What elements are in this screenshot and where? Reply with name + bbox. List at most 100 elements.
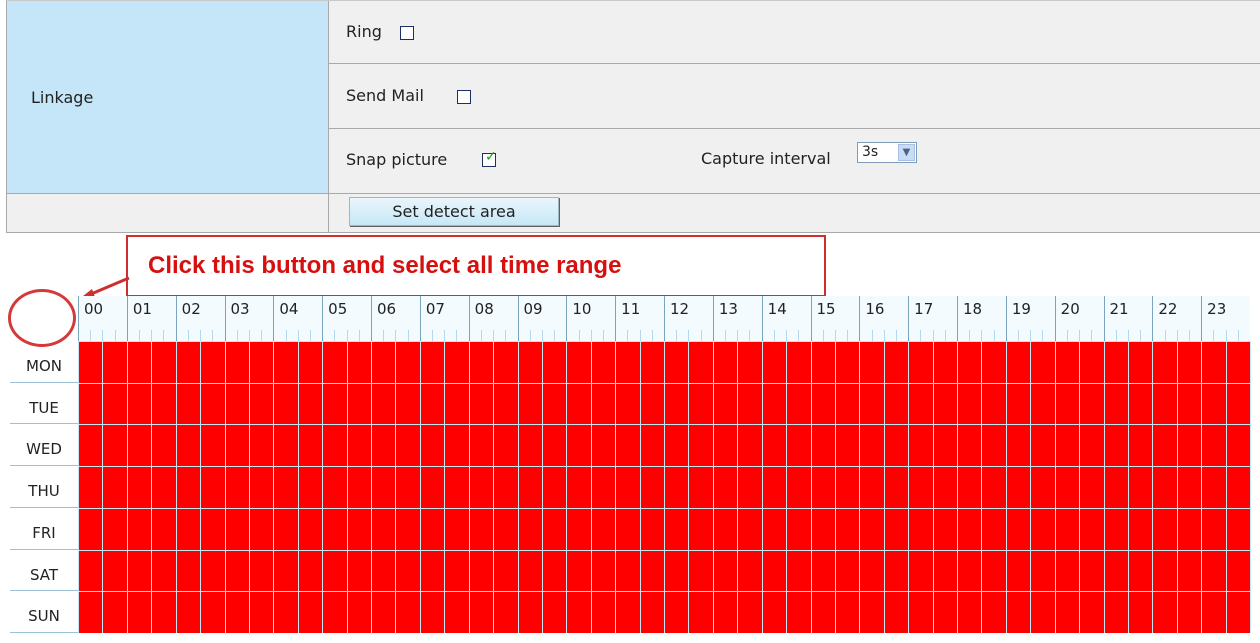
day-label[interactable]: FRI	[10, 508, 78, 550]
hour-label[interactable]: 00	[84, 300, 103, 318]
quarter-tick	[737, 330, 739, 341]
quarter-tick	[651, 330, 653, 341]
quarter-tick	[1042, 330, 1044, 341]
hour-label[interactable]: 08	[475, 300, 494, 318]
grid-column-line	[297, 341, 299, 633]
hour-divider	[126, 296, 128, 341]
hour-label[interactable]: 17	[914, 300, 933, 318]
quarter-tick	[529, 330, 531, 341]
day-label[interactable]: THU	[10, 466, 78, 508]
hour-label[interactable]: 11	[621, 300, 640, 318]
hour-label[interactable]: 10	[572, 300, 591, 318]
day-label[interactable]: TUE	[10, 383, 78, 425]
grid-row-line	[78, 591, 1250, 593]
day-label[interactable]: SAT	[10, 550, 78, 592]
grid-row-line	[78, 341, 1250, 342]
quarter-tick	[578, 330, 580, 341]
hour-divider	[1054, 296, 1056, 341]
quarter-tick	[541, 330, 543, 341]
time-range-grid[interactable]	[78, 341, 1251, 633]
grid-column-line	[322, 341, 324, 633]
day-label[interactable]: MON	[10, 341, 78, 383]
grid-column-line	[78, 341, 79, 633]
ring-label: Ring	[346, 22, 382, 41]
hour-label[interactable]: 02	[182, 300, 201, 318]
grid-row-line	[78, 507, 1250, 509]
hour-label[interactable]: 04	[279, 300, 298, 318]
hour-divider	[810, 296, 812, 341]
hour-divider	[712, 296, 714, 341]
quarter-tick	[773, 330, 775, 341]
hour-label[interactable]: 13	[719, 300, 738, 318]
hour-divider	[957, 296, 958, 341]
quarter-tick	[102, 330, 104, 341]
hour-label[interactable]: 15	[817, 300, 836, 318]
quarter-tick	[200, 330, 202, 341]
quarter-tick	[749, 330, 751, 341]
hour-divider	[615, 296, 617, 341]
quarter-tick	[1127, 330, 1129, 341]
grid-column-line	[468, 341, 470, 633]
grid-column-line	[126, 341, 128, 633]
grid-column-line	[688, 341, 690, 633]
hour-label[interactable]: 05	[328, 300, 347, 318]
grid-column-line	[175, 341, 177, 633]
hour-divider	[468, 296, 470, 341]
capture-interval-select[interactable]: 3s ▼	[857, 142, 917, 163]
grid-column-line	[664, 341, 665, 633]
hour-divider	[78, 296, 79, 341]
day-label[interactable]: WED	[10, 424, 78, 467]
grid-column-line	[517, 341, 519, 633]
hour-label[interactable]: 18	[963, 300, 982, 318]
ring-checkbox[interactable]	[400, 26, 414, 40]
day-label[interactable]: SUN	[10, 591, 78, 633]
quarter-tick	[786, 330, 788, 341]
quarter-tick	[1079, 330, 1081, 341]
chevron-down-icon[interactable]: ▼	[898, 144, 915, 161]
quarter-tick	[1213, 330, 1215, 341]
quarter-tick	[187, 330, 189, 341]
hour-label[interactable]: 12	[670, 300, 689, 318]
hour-label[interactable]: 19	[1012, 300, 1031, 318]
grid-column-line	[1250, 341, 1251, 633]
quarter-tick	[700, 330, 702, 341]
send-mail-checkbox[interactable]	[457, 90, 471, 104]
snap-picture-label: Snap picture	[346, 150, 448, 169]
quarter-tick	[944, 330, 946, 341]
hour-label[interactable]: 20	[1061, 300, 1080, 318]
quarter-tick	[993, 330, 995, 341]
quarter-tick	[590, 330, 592, 341]
quarter-tick	[212, 330, 214, 341]
set-detect-area-button[interactable]: Set detect area	[349, 197, 559, 226]
hour-label[interactable]: 03	[231, 300, 250, 318]
quarter-tick	[688, 330, 690, 341]
hour-label[interactable]: 06	[377, 300, 396, 318]
grid-column-line	[737, 341, 739, 633]
quarter-tick	[1115, 330, 1117, 341]
grid-column-line	[1152, 341, 1154, 633]
quarter-tick	[334, 330, 336, 341]
grid-column-line	[712, 341, 714, 633]
quarter-tick	[1140, 330, 1142, 341]
snap-picture-checkbox[interactable]: ✓	[482, 150, 497, 167]
hour-label[interactable]: 23	[1207, 300, 1226, 318]
hour-label[interactable]: 21	[1110, 300, 1129, 318]
hour-label[interactable]: 07	[426, 300, 445, 318]
hour-label[interactable]: 09	[524, 300, 543, 318]
hour-label[interactable]: 14	[768, 300, 787, 318]
capture-interval-value: 3s	[862, 144, 879, 160]
grid-column-line	[493, 341, 495, 633]
grid-column-line	[957, 341, 958, 633]
select-all-corner-button[interactable]	[8, 289, 76, 347]
hour-label[interactable]: 16	[865, 300, 884, 318]
hour-divider	[419, 296, 421, 341]
quarter-tick	[798, 330, 800, 341]
grid-column-line	[566, 341, 568, 633]
hour-label[interactable]: 01	[133, 300, 152, 318]
quarter-tick	[639, 330, 641, 341]
quarter-tick	[883, 330, 885, 341]
quarter-tick	[1164, 330, 1166, 341]
hour-divider	[322, 296, 324, 341]
grid-column-line	[1005, 341, 1007, 633]
hour-label[interactable]: 22	[1158, 300, 1177, 318]
